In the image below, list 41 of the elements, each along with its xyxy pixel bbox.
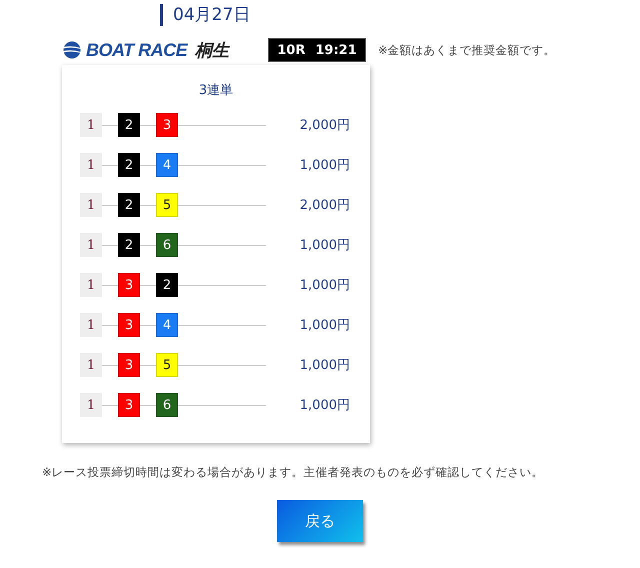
boat-number: 5 xyxy=(156,353,178,377)
date-heading: 04月27日 xyxy=(160,4,250,26)
boat-number: 1 xyxy=(80,313,102,337)
boat-number: 2 xyxy=(118,233,140,257)
boat-number: 1 xyxy=(80,273,102,297)
boat-number: 2 xyxy=(118,193,140,217)
boat-number: 6 xyxy=(156,233,178,257)
bet-amount: 1,000円 xyxy=(300,237,350,254)
boat-number: 3 xyxy=(118,313,140,337)
brand-logo-text: BOAT RACE xyxy=(86,40,188,60)
bet-amount: 1,000円 xyxy=(300,157,350,174)
boat-number: 2 xyxy=(118,153,140,177)
boat-number: 5 xyxy=(156,193,178,217)
amount-note: ※金額はあくまで推奨金額です。 xyxy=(378,42,556,58)
wave-logo-icon xyxy=(62,41,82,59)
boat-number: 1 xyxy=(80,113,102,137)
bet-amount: 2,000円 xyxy=(300,197,350,214)
back-button[interactable]: 戻る xyxy=(277,500,363,542)
boat-number: 4 xyxy=(156,313,178,337)
boat-number: 4 xyxy=(156,153,178,177)
boat-number: 3 xyxy=(118,353,140,377)
boat-number: 2 xyxy=(156,273,178,297)
venue-name: 桐生 xyxy=(195,40,230,62)
boat-number: 3 xyxy=(156,113,178,137)
boat-number: 3 xyxy=(118,273,140,297)
boat-number: 3 xyxy=(118,393,140,417)
deadline-note: ※レース投票締切時間は変わる場合があります。主催者発表のものを必ず確認してください。 xyxy=(42,465,545,480)
boat-number: 1 xyxy=(80,393,102,417)
boat-number: 6 xyxy=(156,393,178,417)
bet-amount: 1,000円 xyxy=(300,277,350,294)
boat-number: 1 xyxy=(80,233,102,257)
boat-number: 1 xyxy=(80,353,102,377)
boat-number: 1 xyxy=(80,193,102,217)
bet-amount: 1,000円 xyxy=(300,357,350,374)
bet-type-title: 3連単 xyxy=(198,82,234,99)
bet-amount: 1,000円 xyxy=(300,397,350,414)
bet-amount: 2,000円 xyxy=(300,117,350,134)
boat-number: 1 xyxy=(80,153,102,177)
boat-number: 2 xyxy=(118,113,140,137)
race-badge: 10R 19:21 xyxy=(268,38,366,62)
bet-amount: 1,000円 xyxy=(300,317,350,334)
